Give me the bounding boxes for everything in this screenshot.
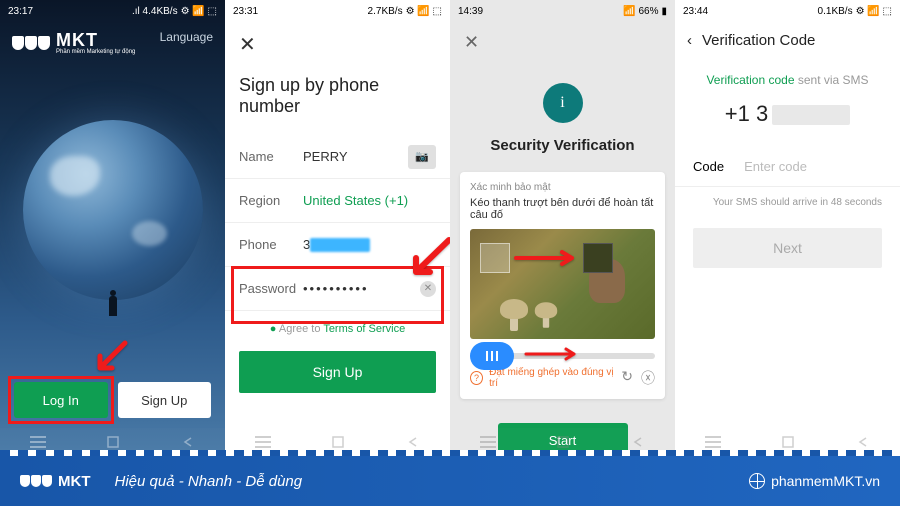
captcha-hint: Đặt miếng ghép vào đúng vị trí: [489, 367, 615, 389]
mushroom-illustration: [500, 299, 528, 331]
security-verification-screen: 14:39 📶 66% ▮ ✕ i Security Verification …: [450, 0, 675, 456]
language-selector[interactable]: Language: [160, 30, 213, 44]
close-icon[interactable]: ✕: [450, 22, 675, 63]
annotation-arrow-icon: [90, 338, 130, 378]
region-field-row: Region United States (+1): [225, 179, 450, 223]
phone-label: Phone: [239, 237, 303, 252]
status-bar: 23:44 0.1KB/s ⚙ 📶 ⬚: [675, 0, 900, 22]
back-icon[interactable]: ‹: [687, 32, 692, 49]
code-label: Code: [693, 159, 724, 174]
refresh-icon[interactable]: ↻: [621, 368, 633, 388]
region-label: Region: [239, 193, 303, 208]
verification-code-screen: 23:44 0.1KB/s ⚙ 📶 ⬚ ‹ Verification Code …: [675, 0, 900, 456]
name-input[interactable]: PERRY: [303, 149, 408, 164]
earth-illustration: [23, 120, 203, 300]
puzzle-piece[interactable]: [583, 243, 613, 273]
clock: 23:31: [233, 6, 258, 17]
login-screen: 23:17 .ıl 4.4KB/s ⚙ 📶 ⬚ MKT Phần mềm Mar…: [0, 0, 225, 456]
captcha-puzzle-image: [470, 229, 655, 339]
name-label: Name: [239, 149, 303, 164]
mushroom-illustration: [535, 302, 557, 328]
page-title: Verification Code: [702, 32, 815, 49]
status-icons: 0.1KB/s ⚙ 📶 ⬚: [818, 6, 892, 17]
globe-icon: [749, 473, 765, 489]
status-bar: 14:39 📶 66% ▮: [450, 0, 675, 22]
brand-name: MKT: [56, 30, 135, 51]
status-bar: 23:17 .ıl 4.4KB/s ⚙ 📶 ⬚: [0, 0, 225, 22]
annotation-highlight: [8, 376, 114, 424]
captcha-widget: Xác minh bảo mật Kéo thanh trượt bên dướ…: [460, 172, 665, 399]
annotation-arrow-icon: [524, 347, 584, 361]
tos-link[interactable]: Terms of Service: [323, 323, 405, 335]
status-bar: 23:31 2.7KB/s ⚙ 📶 ⬚: [225, 0, 450, 22]
page-title: Security Verification: [450, 137, 675, 154]
brand-tagline: Phần mềm Marketing tự động: [56, 49, 135, 55]
code-input[interactable]: [744, 159, 900, 174]
verification-message: Verification code sent via SMS: [675, 59, 900, 95]
puzzle-slot: [480, 243, 510, 273]
footer-url[interactable]: phanmemMKT.vn: [749, 473, 880, 489]
footer-slogan: Hiệu quả - Nhanh - Dễ dùng: [115, 473, 303, 490]
person-silhouette: [107, 290, 119, 320]
captcha-slider-track: [470, 353, 655, 359]
clock: 23:44: [683, 6, 708, 17]
footer-logo: MKT: [20, 473, 91, 490]
help-icon[interactable]: ?: [470, 371, 483, 385]
footer-brand: MKT: [58, 473, 91, 490]
status-icons: 📶 66% ▮: [623, 6, 667, 17]
status-icons: .ıl 4.4KB/s ⚙ 📶 ⬚: [132, 6, 217, 17]
signup-submit-button[interactable]: Sign Up: [239, 351, 436, 393]
page-header: ‹ Verification Code: [675, 22, 900, 59]
page-title: Sign up by phone number: [225, 67, 450, 135]
footer-banner: MKT Hiệu quả - Nhanh - Dễ dùng phanmemMK…: [0, 456, 900, 506]
info-icon: i: [543, 83, 583, 123]
next-button[interactable]: Next: [693, 228, 882, 268]
camera-icon[interactable]: 📷: [408, 145, 436, 169]
clock: 23:17: [8, 6, 33, 17]
signup-button[interactable]: Sign Up: [118, 382, 212, 418]
sms-countdown: Your SMS should arrive in 48 seconds: [675, 187, 900, 228]
clock: 14:39: [458, 6, 483, 17]
captcha-subtitle: Xác minh bảo mật: [470, 182, 655, 193]
close-captcha-icon[interactable]: ⓧ: [641, 368, 655, 388]
captcha-slider-handle[interactable]: [470, 342, 514, 370]
annotation-arrow-icon: [404, 232, 450, 282]
phone-number-display: +1 3: [675, 95, 900, 147]
signup-screen: 23:31 2.7KB/s ⚙ 📶 ⬚ ✕ Sign up by phone n…: [225, 0, 450, 456]
annotation-arrow-icon: [514, 249, 584, 267]
region-selector[interactable]: United States (+1): [303, 193, 436, 208]
brand-logo: MKT Phần mềm Marketing tự động: [12, 30, 135, 55]
close-icon[interactable]: ✕: [225, 22, 450, 67]
status-icons: 2.7KB/s ⚙ 📶 ⬚: [368, 6, 442, 17]
code-field-row: Code: [675, 147, 900, 187]
captcha-instruction: Kéo thanh trượt bên dưới để hoàn tất câu…: [470, 197, 655, 221]
name-field-row: Name PERRY 📷: [225, 135, 450, 179]
